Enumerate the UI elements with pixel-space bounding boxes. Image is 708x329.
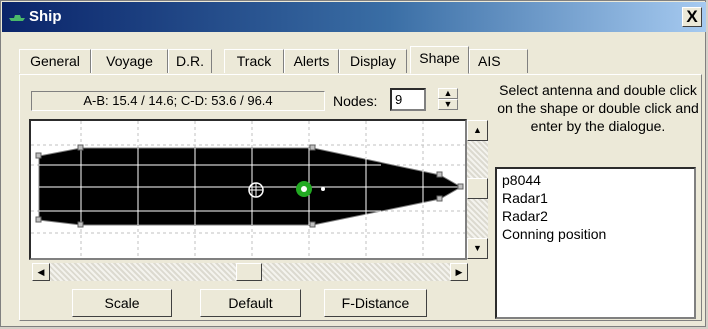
measurement-readout: A-B: 15.4 / 14.6; C-D: 53.6 / 96.4 <box>31 91 325 111</box>
scroll-up-button[interactable]: ▲ <box>467 120 488 141</box>
spin-down-button[interactable]: ▼ <box>438 99 458 110</box>
antenna-list[interactable]: p8044 Radar1 Radar2 Conning position <box>495 167 696 319</box>
antenna-item-p8044[interactable]: p8044 <box>502 171 689 189</box>
nodes-spinner: ▲ ▼ <box>438 88 458 111</box>
antenna-marker-icon <box>296 181 312 197</box>
scroll-down-button[interactable]: ▼ <box>467 238 488 259</box>
scroll-left-button[interactable]: ◀ <box>32 263 50 281</box>
canvas-horizontal-scrollbar[interactable]: ◀ ▶ <box>32 263 468 281</box>
antenna-item-conning-position[interactable]: Conning position <box>502 225 689 243</box>
tab-general[interactable]: General <box>19 49 91 73</box>
vertical-scroll-thumb[interactable] <box>467 178 488 199</box>
tab-voyage[interactable]: Voyage <box>91 49 168 73</box>
scroll-right-button[interactable]: ▶ <box>450 263 468 281</box>
scale-button[interactable]: Scale <box>72 289 172 317</box>
antenna-point <box>321 187 325 191</box>
f-distance-button[interactable]: F-Distance <box>324 289 427 317</box>
spin-up-button[interactable]: ▲ <box>438 88 458 99</box>
shape-drawing <box>31 121 465 258</box>
tab-ais[interactable]: AIS <box>469 49 528 73</box>
tab-dr[interactable]: D.R. <box>168 49 212 73</box>
canvas-vertical-scrollbar[interactable]: ▲ ▼ <box>467 120 488 259</box>
shape-canvas[interactable] <box>29 119 467 260</box>
nodes-input[interactable]: 9 <box>390 88 426 111</box>
ship-dialog: Ship X General Voyage D.R. Track Alerts … <box>0 0 706 327</box>
antenna-item-radar2[interactable]: Radar2 <box>502 207 689 225</box>
title-bar[interactable]: Ship X <box>2 2 706 32</box>
tab-shape[interactable]: Shape <box>410 46 469 74</box>
horizontal-scroll-thumb[interactable] <box>236 263 262 281</box>
close-icon[interactable]: X <box>682 7 702 27</box>
nodes-label: Nodes: <box>333 93 378 109</box>
tab-display[interactable]: Display <box>339 49 407 73</box>
antenna-item-radar1[interactable]: Radar1 <box>502 189 689 207</box>
instructions-text: Select antenna and double click on the s… <box>497 82 699 134</box>
ship-icon <box>9 15 25 21</box>
tab-alerts[interactable]: Alerts <box>284 49 339 73</box>
default-button[interactable]: Default <box>200 289 301 317</box>
center-marker-icon <box>248 182 264 198</box>
window-title: Ship <box>29 8 62 25</box>
tab-track[interactable]: Track <box>224 49 284 73</box>
